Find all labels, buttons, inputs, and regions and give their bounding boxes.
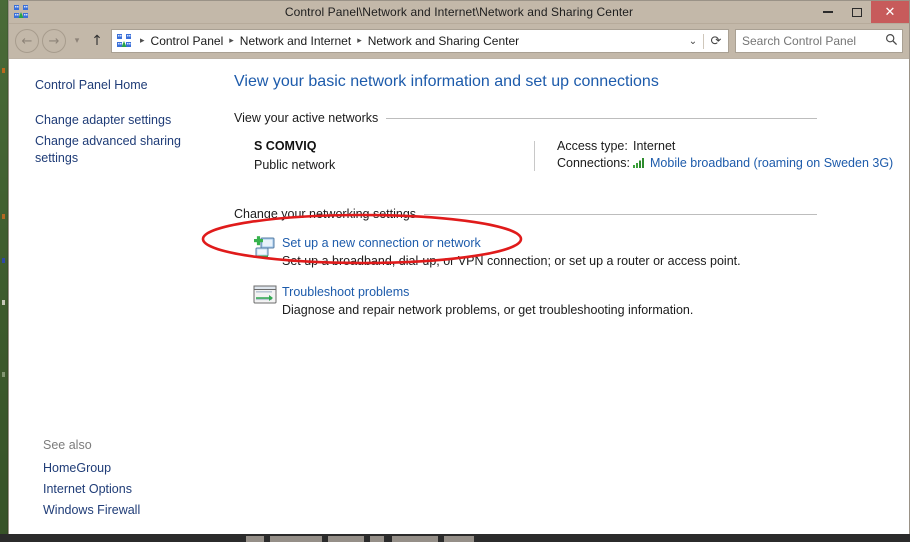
refresh-icon[interactable]: ⟳: [703, 33, 728, 49]
access-type-row: Access type: Internet: [557, 139, 909, 153]
task-set-up-new-connection[interactable]: Set up a new connection or network Set u…: [226, 235, 909, 268]
connection-value[interactable]: Mobile broadband (roaming on Sweden 3G): [650, 156, 893, 170]
search-input[interactable]: [736, 33, 880, 49]
section-rule: [424, 213, 817, 215]
task-title[interactable]: Troubleshoot problems: [282, 285, 693, 299]
access-type-value: Internet: [633, 139, 676, 153]
window-controls: ✕: [813, 1, 909, 23]
access-type-label: Access type:: [557, 139, 628, 153]
active-networks-header: View your active networks: [226, 111, 909, 125]
task-body: Set up a new connection or network Set u…: [282, 235, 741, 268]
search-box[interactable]: [735, 29, 903, 53]
task-body: Troubleshoot problems Diagnose and repai…: [282, 284, 693, 317]
window-title: Control Panel\Network and Internet\Netwo…: [284, 5, 634, 19]
sidebar-item-change-adapter-settings[interactable]: Change adapter settings: [9, 110, 226, 131]
see-also-title: See also: [43, 438, 92, 452]
search-icon[interactable]: [880, 33, 902, 49]
signal-bars-icon: [633, 157, 647, 168]
breadcrumb-separator: ▸: [229, 36, 234, 46]
breadcrumb-separator: ▸: [357, 36, 362, 46]
recent-locations-dropdown[interactable]: ▾: [69, 36, 85, 46]
network-name: S COMVIQ: [254, 139, 317, 153]
active-networks-title: View your active networks: [234, 111, 379, 125]
window-title-bar[interactable]: Control Panel\Network and Internet\Netwo…: [9, 1, 909, 24]
page-title: View your basic network information and …: [234, 73, 659, 90]
see-also-section: See also HomeGroup Internet Options Wind…: [17, 438, 234, 521]
back-button[interactable]: ←: [15, 29, 39, 53]
maximize-button[interactable]: [842, 1, 871, 23]
network-identity: S COMVIQ Public network: [254, 139, 534, 173]
minimize-button[interactable]: [813, 1, 842, 23]
new-connection-icon: [252, 235, 282, 263]
see-also-item-windows-firewall[interactable]: Windows Firewall: [17, 500, 234, 521]
window-content: Control Panel Home Change adapter settin…: [9, 58, 909, 535]
maximize-icon: [851, 7, 862, 17]
networking-settings-title: Change your networking settings: [234, 207, 417, 221]
breadcrumb-item-control-panel[interactable]: Control Panel: [149, 34, 226, 48]
taskbar-sliver: [0, 534, 910, 542]
connections-row: Connections: Mobile broadband (roaming o…: [557, 156, 909, 170]
task-troubleshoot-problems[interactable]: Troubleshoot problems Diagnose and repai…: [226, 284, 909, 317]
see-also-item-internet-options[interactable]: Internet Options: [17, 479, 234, 500]
vertical-divider: [534, 141, 535, 171]
main-panel: View your basic network information and …: [226, 59, 909, 535]
network-sharing-icon: [116, 33, 132, 49]
sidebar-item-control-panel-home[interactable]: Control Panel Home: [9, 75, 226, 96]
minimize-icon: [822, 11, 833, 13]
network-sharing-icon: [13, 4, 29, 20]
breadcrumb: ▸ Control Panel ▸ Network and Internet ▸…: [136, 34, 683, 48]
network-profile-type: Public network: [254, 158, 336, 172]
sidebar-item-change-advanced-sharing-settings[interactable]: Change advanced sharing settings: [9, 131, 200, 169]
task-description: Diagnose and repair network problems, or…: [282, 303, 694, 317]
close-button[interactable]: ✕: [871, 1, 909, 23]
chevron-down-icon[interactable]: ⌄: [683, 36, 703, 47]
troubleshoot-icon: [252, 284, 282, 312]
section-rule: [386, 117, 817, 119]
control-panel-window: Control Panel\Network and Internet\Netwo…: [8, 0, 910, 535]
close-icon: ✕: [884, 4, 896, 20]
connection-link-wrap[interactable]: Mobile broadband (roaming on Sweden 3G): [633, 156, 909, 170]
breadcrumb-item-network-and-internet[interactable]: Network and Internet: [238, 34, 353, 48]
network-details: Access type: Internet Connections: Mobil…: [557, 139, 909, 173]
breadcrumb-item-network-and-sharing-center[interactable]: Network and Sharing Center: [366, 34, 521, 48]
up-button[interactable]: ↑: [87, 33, 107, 49]
task-description: Set up a broadband, dial-up, or VPN conn…: [282, 254, 741, 268]
connections-label: Connections:: [557, 156, 630, 170]
networking-settings-header: Change your networking settings: [226, 207, 909, 221]
address-bar[interactable]: ▸ Control Panel ▸ Network and Internet ▸…: [111, 29, 729, 53]
forward-button[interactable]: →: [42, 29, 66, 53]
breadcrumb-separator: ▸: [140, 36, 145, 46]
task-title[interactable]: Set up a new connection or network: [282, 236, 741, 250]
active-network-entry: S COMVIQ Public network Access type: Int…: [226, 139, 909, 173]
navigation-toolbar: ← → ▾ ↑ ▸ Control Panel ▸ Network and In…: [9, 24, 909, 58]
see-also-item-homegroup[interactable]: HomeGroup: [17, 458, 234, 479]
